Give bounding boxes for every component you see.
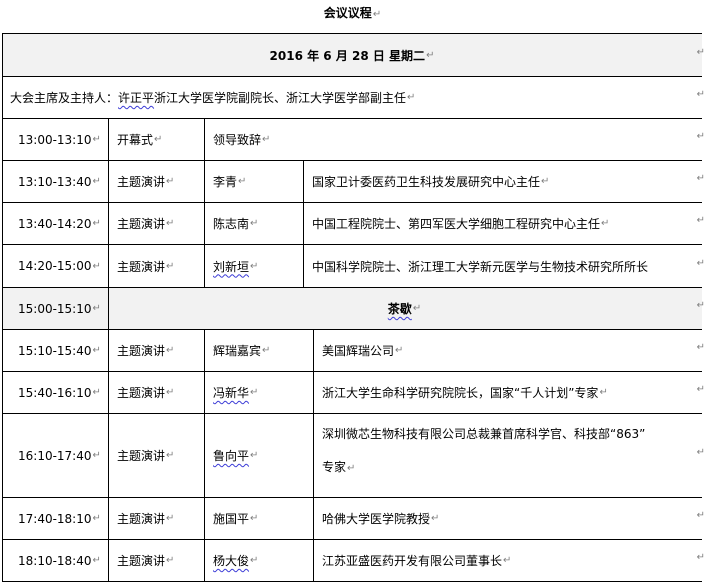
time-cell: 15:40-16:10 ↵ bbox=[18, 385, 101, 400]
type-cell: 主题演讲 ↵ bbox=[117, 449, 175, 463]
org-cell: 中国工程院院士、第四军医大学细胞工程研究中心主任 ↵ bbox=[312, 217, 610, 231]
speaker-cell: 陈志南 ↵ bbox=[213, 217, 259, 231]
time-cell: 13:10-13:40 ↵ bbox=[18, 174, 101, 189]
time-cell: 15:10-15:40 ↵ bbox=[18, 343, 101, 358]
type-cell: 主题演讲 ↵ bbox=[117, 259, 175, 274]
time-cell: 15:00-15:10 ↵ bbox=[18, 301, 101, 316]
type-cell: 主题演讲 ↵ bbox=[117, 554, 175, 568]
org-cell: 哈佛大学医学院教授 ↵ bbox=[322, 512, 440, 526]
time-cell: 16:10-17:40 ↵ bbox=[18, 448, 101, 463]
page-title: 会议议程↵ bbox=[323, 6, 382, 20]
speaker-cell: 冯新华 ↵ bbox=[213, 386, 259, 400]
chair-row: 大会主席及主持人： 许正平 浙江大学医学院副院长、浙江大学医学部副主任 ↵ bbox=[10, 91, 416, 105]
speaker-cell: 杨大俊 ↵ bbox=[213, 554, 259, 568]
speaker-cell: 鲁向平 ↵ bbox=[213, 449, 259, 463]
tea-break-cell: 茶歇 ↵ bbox=[387, 302, 422, 316]
type-cell: 主题演讲 ↵ bbox=[117, 512, 175, 526]
type-cell: 主题演讲 ↵ bbox=[117, 217, 175, 231]
time-cell: 18:10-18:40 ↵ bbox=[18, 553, 101, 568]
org-cell: 浙江大学生命科学研究院院长，国家“千人计划”专家 ↵ bbox=[322, 386, 608, 400]
time-cell: 13:00-13:10 ↵ bbox=[18, 132, 101, 147]
chair-name: 许正平 bbox=[118, 91, 155, 105]
speaker-cell: 辉瑞嘉宾 ↵ bbox=[213, 344, 271, 358]
speaker-cell: 刘新垣 ↵ bbox=[213, 259, 259, 274]
type-cell: 开幕式 ↵ bbox=[117, 133, 163, 147]
org-cell: 国家卫计委医药卫生科技发展研究中心主任 ↵ bbox=[312, 175, 550, 189]
type-cell: 主题演讲 ↵ bbox=[117, 175, 175, 189]
speaker-cell: 李青 ↵ bbox=[213, 175, 247, 189]
org-cell: 美国辉瑞公司 ↵ bbox=[322, 344, 404, 358]
org-cell: 深圳微芯生物科技有限公司总裁兼首席科学官、科技部“863” 专家↵ bbox=[322, 427, 646, 474]
time-cell: 14:20-15:00 ↵ bbox=[18, 259, 101, 273]
speaker-cell: 领导致辞 ↵ bbox=[213, 133, 271, 147]
type-cell: 主题演讲 ↵ bbox=[117, 344, 175, 358]
org-cell: 江苏亚盛医药开发有限公司董事长 ↵ bbox=[322, 554, 512, 568]
type-cell: 主题演讲 ↵ bbox=[117, 386, 175, 400]
time-cell: 17:40-18:10 ↵ bbox=[18, 511, 101, 526]
org-cell: 中国科学院院士、浙江理工大学新元医学与生物技术研究所所长 bbox=[312, 259, 649, 274]
date-header: 2016 年 6 月 28 日 星期二 ↵ bbox=[269, 48, 435, 63]
speaker-cell: 施国平 ↵ bbox=[213, 512, 259, 526]
time-cell: 13:40-14:20 ↵ bbox=[18, 216, 101, 231]
